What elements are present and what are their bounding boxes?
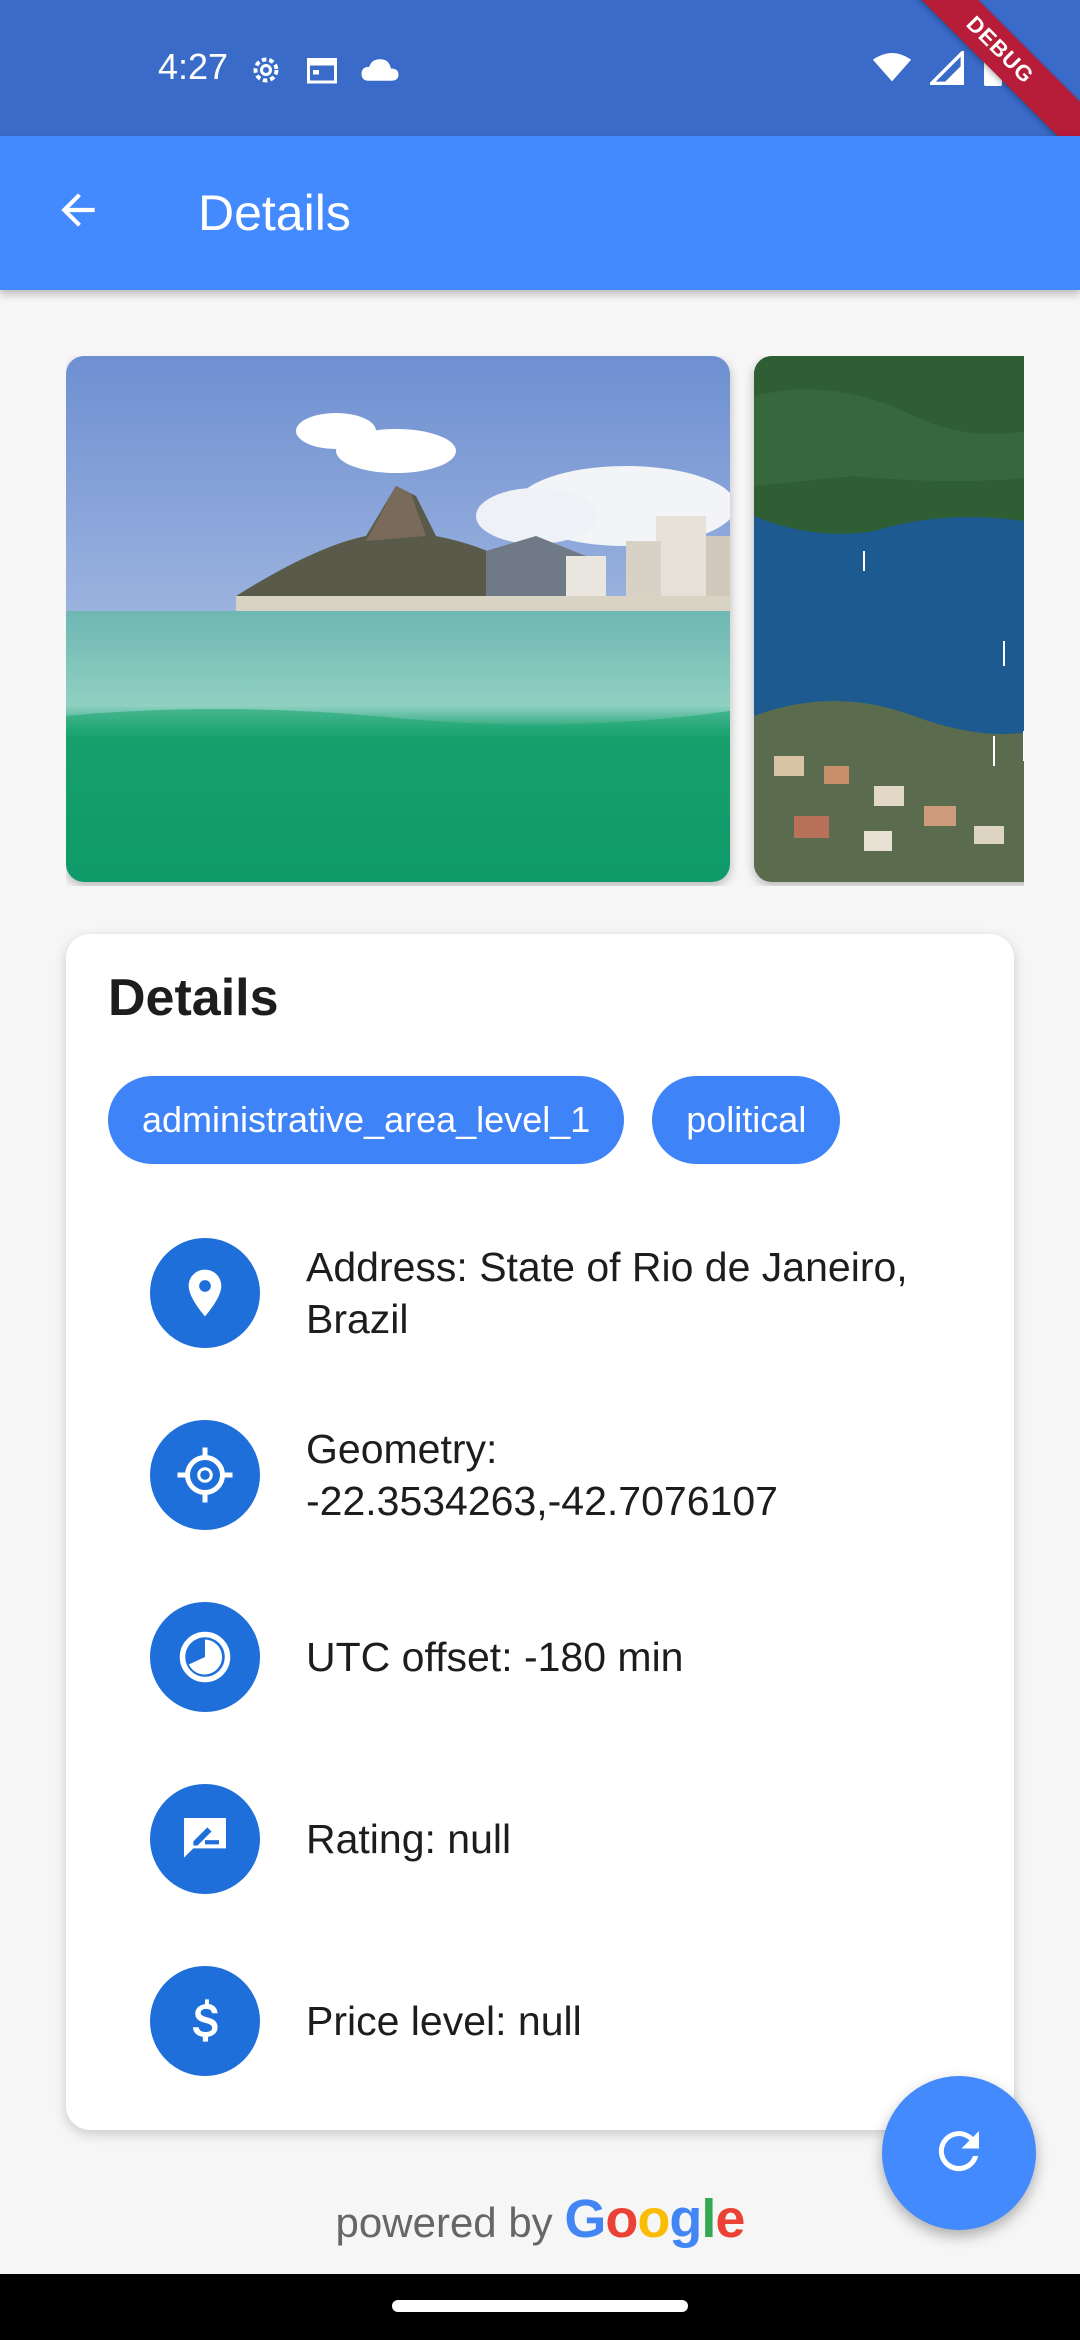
wifi-icon — [872, 52, 912, 89]
powered-by-google: powered by Google — [0, 2188, 1080, 2250]
page-title: Details — [198, 185, 351, 241]
rating-text: Rating: null — [306, 1816, 512, 1862]
google-logo: Google — [564, 2189, 745, 2249]
app-bar: Details — [0, 136, 1080, 290]
settings-icon — [248, 52, 284, 93]
geometry-text: Geometry: -22.3534263,-42.7076107 — [306, 1426, 778, 1524]
price-level-row: Price level: null — [150, 1966, 970, 2076]
address-row: Address: State of Rio de Janeiro, Brazil — [150, 1238, 970, 1348]
powered-by-label: powered by — [335, 2199, 553, 2246]
photo-gallery[interactable] — [66, 356, 1024, 886]
beach-photo[interactable] — [66, 356, 730, 882]
cloud-icon — [360, 54, 400, 91]
gps-target-icon — [150, 1420, 260, 1530]
status-icons-left — [248, 52, 400, 93]
status-bar: 4:27 DEBUG — [0, 0, 1080, 171]
home-handle[interactable] — [392, 2300, 688, 2312]
type-chips: administrative_area_level_1 political — [108, 1076, 841, 1164]
bay-photo[interactable] — [754, 356, 1024, 882]
geometry-row: Geometry: -22.3534263,-42.7076107 — [150, 1420, 970, 1530]
location-pin-icon — [150, 1238, 260, 1348]
chip-political[interactable]: political — [652, 1076, 841, 1164]
chip-administrative-area[interactable]: administrative_area_level_1 — [108, 1076, 625, 1164]
refresh-icon — [929, 2121, 989, 2186]
rating-row: Rating: null — [150, 1784, 970, 1894]
arrow-back-icon — [53, 185, 103, 240]
status-time: 4:27 — [158, 46, 229, 87]
navigation-bar — [0, 2274, 1080, 2340]
calendar-icon — [304, 52, 340, 93]
utc-offset-row: UTC offset: -180 min — [150, 1602, 970, 1712]
clock-icon — [150, 1602, 260, 1712]
price-level-text: Price level: null — [306, 1998, 582, 2044]
card-title: Details — [108, 969, 279, 1027]
utc-offset-text: UTC offset: -180 min — [306, 1634, 684, 1680]
signal-icon — [927, 48, 964, 90]
back-button[interactable] — [40, 174, 116, 250]
dollar-icon — [150, 1966, 260, 2076]
details-card: Details administrative_area_level_1 poli… — [66, 934, 1014, 2130]
rate-review-icon — [150, 1784, 260, 1894]
address-text: Address: State of Rio de Janeiro, Brazil — [306, 1244, 908, 1342]
